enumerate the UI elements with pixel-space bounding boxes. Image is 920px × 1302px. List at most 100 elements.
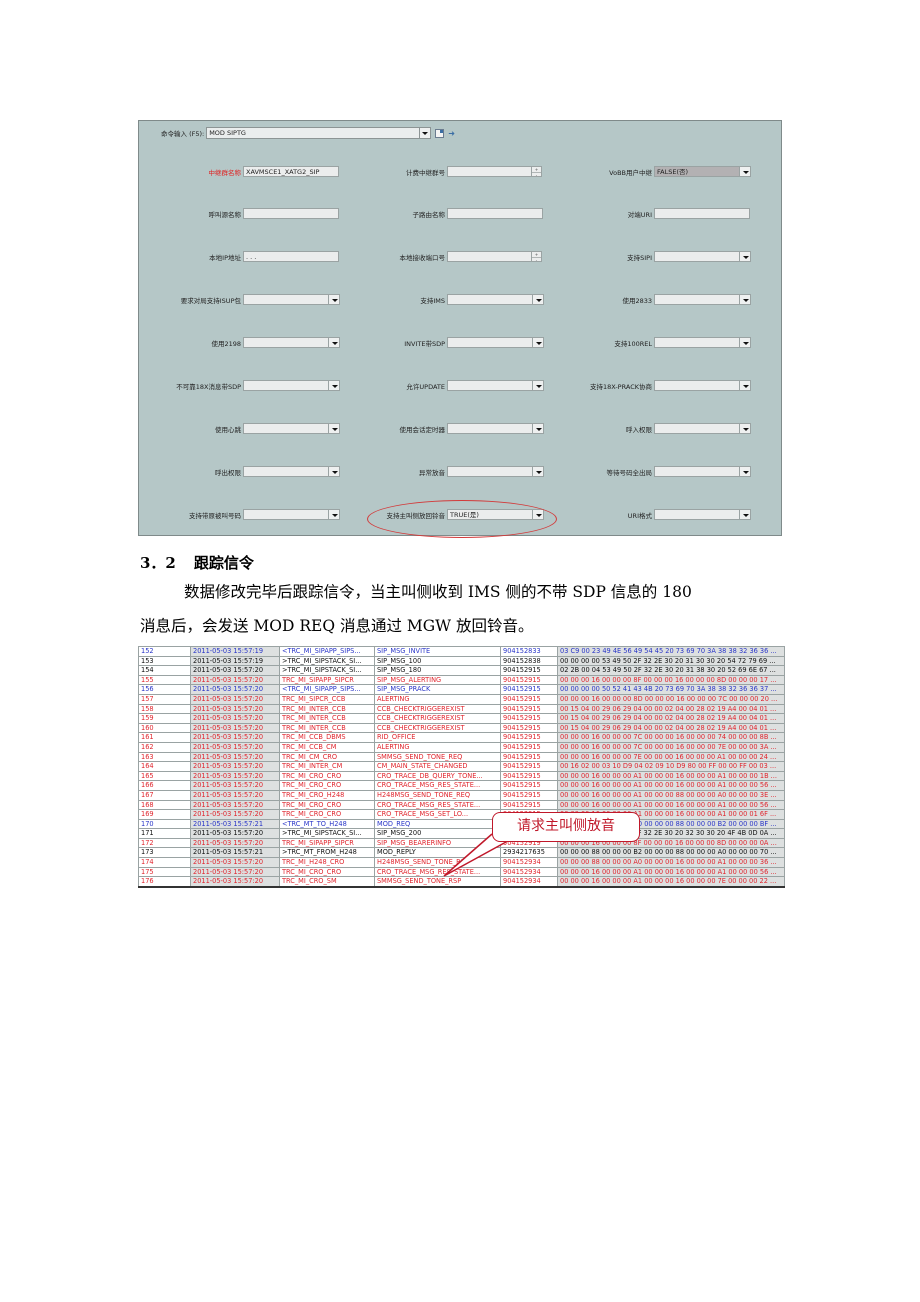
trace-row[interactable]: 159 2011-05-03 15:57:20 TRC_MI_INTER_CCB CC…: [138, 713, 785, 724]
trace-row[interactable]: 164 2011-05-03 15:57:20 TRC_MI_INTER_CM CM_…: [138, 761, 785, 772]
combo-value[interactable]: [654, 251, 740, 262]
spin-down-icon[interactable]: -: [532, 258, 541, 263]
combo-value[interactable]: [447, 380, 533, 391]
text-input[interactable]: . . .: [243, 251, 339, 262]
trace-row[interactable]: 153 2011-05-03 15:57:19 >TRC_MI_SIPSTACK_S…: [138, 655, 785, 667]
combo-select[interactable]: [654, 251, 751, 262]
chevron-down-icon[interactable]: [740, 337, 751, 348]
trace-cell-time: 2011-05-03 15:57:20: [190, 789, 280, 801]
chevron-down-icon[interactable]: [533, 380, 544, 391]
trace-row[interactable]: 166 2011-05-03 15:57:20 TRC_MI_CRO_CRO CRO_…: [138, 780, 785, 791]
trace-row[interactable]: 155 2011-05-03 15:57:20 TRC_MI_SIPAPP_SIPC…: [138, 674, 785, 686]
text-input[interactable]: [447, 208, 543, 219]
chevron-down-icon[interactable]: [740, 509, 751, 520]
combo-select[interactable]: [447, 380, 544, 391]
combo-value[interactable]: [243, 380, 329, 391]
field-label: 呼入权限: [626, 425, 652, 434]
combo-select[interactable]: [447, 466, 544, 477]
trace-cell-no: 173: [138, 847, 191, 859]
trace-row[interactable]: 158 2011-05-03 15:57:20 TRC_MI_INTER_CCB CC…: [138, 703, 785, 715]
combo-select[interactable]: [243, 380, 340, 391]
trace-row[interactable]: 165 2011-05-03 15:57:20 TRC_MI_CRO_CRO CRO_…: [138, 770, 785, 782]
combo-value[interactable]: [447, 466, 533, 477]
combo-select[interactable]: [243, 423, 340, 434]
combo-select[interactable]: [654, 294, 751, 305]
combo-value[interactable]: [243, 466, 329, 477]
combo-value[interactable]: [243, 294, 329, 305]
trace-cell-no: 164: [138, 761, 191, 772]
combo-value[interactable]: [243, 509, 329, 520]
combo-select[interactable]: [447, 423, 544, 434]
combo-select[interactable]: [447, 337, 544, 348]
chevron-down-icon[interactable]: [533, 466, 544, 477]
combo-select[interactable]: [654, 509, 751, 520]
trace-row[interactable]: 156 2011-05-03 15:57:20 <TRC_MI_SIPAPP_SIP…: [138, 684, 785, 695]
combo-value[interactable]: [243, 423, 329, 434]
chevron-down-icon[interactable]: [740, 380, 751, 391]
trace-row[interactable]: 167 2011-05-03 15:57:20 TRC_MI_CRO_H248 H24…: [138, 789, 785, 801]
combo-select[interactable]: [447, 294, 544, 305]
combo-value[interactable]: [243, 337, 329, 348]
trace-cell-data: 00 00 00 16 00 00 00 7E 00 00 00 16 00 0…: [557, 751, 785, 763]
combo-value[interactable]: [654, 380, 740, 391]
command-input[interactable]: MOD SIPTG: [206, 127, 421, 139]
trace-cell-id: 904152915: [500, 770, 558, 782]
chevron-down-icon[interactable]: [740, 251, 751, 262]
trace-cell-task: TRC_MI_CRO_CRO: [279, 770, 375, 782]
chevron-down-icon[interactable]: [740, 423, 751, 434]
trace-row[interactable]: 163 2011-05-03 15:57:20 TRC_MI_CM_CRO SMMSG…: [138, 751, 785, 763]
combo-value[interactable]: [654, 337, 740, 348]
combo-value[interactable]: [654, 294, 740, 305]
field-14: 支持100REL: [544, 337, 751, 348]
combo-value[interactable]: [654, 423, 740, 434]
text-input[interactable]: XAVMSCE1_XATG2_SIP: [243, 166, 339, 177]
field-12: 使用2198: [133, 337, 340, 348]
trace-row[interactable]: 176 2011-05-03 15:57:20 TRC_MI_CRO_SM SMMSG…: [138, 876, 785, 888]
document-icon[interactable]: [435, 128, 445, 138]
spinner-buttons[interactable]: + -: [532, 251, 542, 263]
combo-select[interactable]: [243, 466, 340, 477]
combo-select[interactable]: [654, 337, 751, 348]
combo-select[interactable]: [243, 509, 340, 520]
trace-row[interactable]: 170 2011-05-03 15:57:21 <TRC_MT_TO_H248 MOD…: [138, 818, 785, 830]
chevron-down-icon[interactable]: [533, 294, 544, 305]
combo-select[interactable]: FALSE(否): [654, 166, 751, 177]
spin-input[interactable]: [447, 166, 532, 177]
combo-value[interactable]: [447, 337, 533, 348]
spinner-buttons[interactable]: + -: [532, 166, 542, 178]
combo-select[interactable]: [654, 466, 751, 477]
text-input[interactable]: [243, 208, 339, 219]
spin-input[interactable]: [447, 251, 532, 262]
trace-row[interactable]: 169 2011-05-03 15:57:20 TRC_MI_CRO_CRO CRO_…: [138, 809, 785, 820]
text-input[interactable]: [654, 208, 750, 219]
trace-row[interactable]: 154 2011-05-03 15:57:20 >TRC_MI_SIPSTACK_S…: [138, 665, 785, 676]
trace-row[interactable]: 168 2011-05-03 15:57:20 TRC_MI_CRO_CRO CRO_…: [138, 799, 785, 811]
chevron-down-icon[interactable]: [533, 423, 544, 434]
trace-row[interactable]: 157 2011-05-03 15:57:20 TRC_MI_SIPCR_CCB AL…: [138, 693, 785, 705]
combo-value[interactable]: [447, 423, 533, 434]
chevron-down-icon[interactable]: [740, 466, 751, 477]
trace-cell-time: 2011-05-03 15:57:20: [190, 713, 280, 724]
combo-select[interactable]: [243, 337, 340, 348]
combo-select[interactable]: [654, 423, 751, 434]
field-label: URI格式: [627, 511, 652, 520]
combo-select[interactable]: [243, 294, 340, 305]
chevron-down-icon[interactable]: [740, 294, 751, 305]
combo-value[interactable]: [654, 509, 740, 520]
spin-down-icon[interactable]: -: [532, 173, 541, 178]
execute-arrow-icon[interactable]: ➜: [448, 129, 455, 138]
trace-cell-msg: MOD_REQ: [374, 818, 501, 830]
trace-cell-no: 152: [138, 646, 191, 657]
combo-value[interactable]: [654, 466, 740, 477]
trace-row[interactable]: 152 2011-05-03 15:57:19 <TRC_MI_SIPAPP_SIP…: [138, 646, 785, 657]
trace-row[interactable]: 161 2011-05-03 15:57:20 TRC_MI_CCB_DBMS RID…: [138, 732, 785, 743]
chevron-down-icon[interactable]: [533, 337, 544, 348]
combo-value[interactable]: [447, 294, 533, 305]
trace-row[interactable]: 160 2011-05-03 15:57:20 TRC_MI_INTER_CCB CC…: [138, 722, 785, 734]
trace-row[interactable]: 162 2011-05-03 15:57:20 TRC_MI_CCB_CM ALERT…: [138, 741, 785, 753]
chevron-down-icon[interactable]: [740, 166, 751, 177]
combo-select[interactable]: [654, 380, 751, 391]
command-dropdown-button[interactable]: [420, 127, 432, 139]
trace-cell-task: TRC_MI_SIPAPP_SIPCR: [279, 674, 375, 686]
combo-value[interactable]: FALSE(否): [654, 166, 740, 177]
